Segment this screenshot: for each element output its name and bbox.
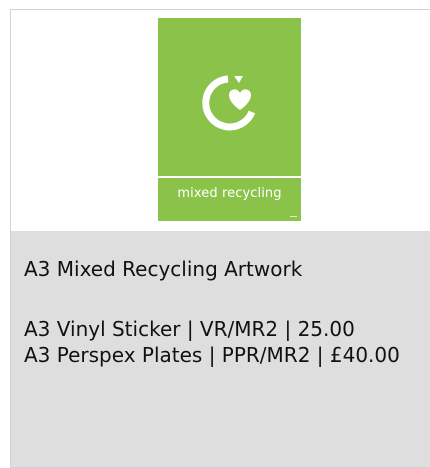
product-info-panel: A3 Mixed Recycling Artwork A3 Vinyl Stic… [11, 231, 430, 467]
product-option-perspex-plates: A3 Perspex Plates | PPR/MR2 | £40.00 [24, 343, 400, 367]
label-footer-mark [290, 216, 297, 217]
product-option-vinyl-sticker: A3 Vinyl Sticker | VR/MR2 | 25.00 [24, 317, 355, 341]
product-title[interactable]: A3 Mixed Recycling Artwork [24, 256, 302, 282]
recycling-heart-icon [202, 75, 256, 131]
label-text: mixed recycling [177, 186, 282, 201]
recycling-symbol [158, 18, 301, 176]
product-image-area: mixed recycling [11, 10, 430, 231]
product-card[interactable]: mixed recycling A3 Mixed Recycling Artwo… [10, 9, 430, 468]
mixed-recycling-label-image: mixed recycling [158, 18, 301, 221]
label-divider [158, 176, 301, 178]
